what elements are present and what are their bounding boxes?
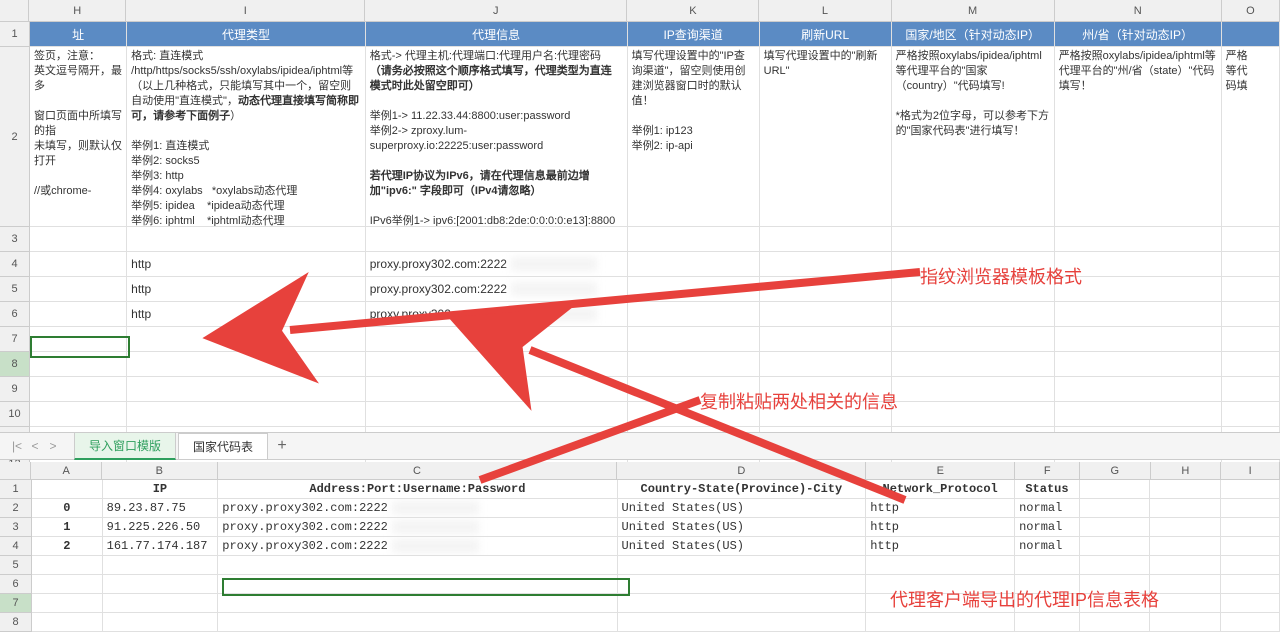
- cell-O2[interactable]: 严格 等代 码填: [1222, 47, 1280, 226]
- colhead-C[interactable]: C: [218, 462, 618, 479]
- rowhead-1[interactable]: 1: [0, 480, 32, 499]
- rowhead-3[interactable]: 3: [0, 518, 32, 537]
- colhead-G[interactable]: G: [1080, 462, 1151, 479]
- lower-col-header: A B C D E F G H I: [0, 462, 1280, 480]
- colhead-J[interactable]: J: [365, 0, 627, 21]
- rowhead-7[interactable]: 7: [0, 594, 32, 613]
- rowhead-2[interactable]: 2: [0, 47, 30, 227]
- cell-J4[interactable]: proxy.proxy302.com:2222x: [366, 252, 628, 276]
- tab-country-codes[interactable]: 国家代码表: [178, 433, 268, 460]
- rowhead-2[interactable]: 2: [0, 499, 32, 518]
- colhead-F[interactable]: F: [1015, 462, 1080, 479]
- rowhead-6[interactable]: 6: [0, 302, 30, 327]
- rowhead-3[interactable]: 3: [0, 227, 30, 252]
- rowhead-4[interactable]: 4: [0, 252, 30, 277]
- data-row-4: httpproxy.proxy302.com:2222x: [30, 252, 1280, 277]
- colhead-I[interactable]: I: [1221, 462, 1280, 479]
- rowhead-7[interactable]: 7: [0, 327, 30, 352]
- cell-I6[interactable]: http: [127, 302, 366, 326]
- hdr-N[interactable]: 州/省（针对动态IP）: [1055, 22, 1222, 46]
- rowhead-8[interactable]: 8: [0, 352, 30, 377]
- rowhead-4[interactable]: 4: [0, 537, 32, 556]
- rowhead-9[interactable]: 9: [0, 377, 30, 402]
- cell-J6[interactable]: proxy.proxy302.com:2222x: [366, 302, 628, 326]
- instruction-row: 签页，注意： 英文逗号隔开，最多 窗口页面中所填写的指 未填写，则默认仅打开 /…: [30, 47, 1280, 227]
- upper-spreadsheet: H I J K L M N O 1 2 3 4 5 6 7 8 9 10 11 …: [0, 0, 1280, 430]
- upper-col-header: H I J K L M N O: [0, 0, 1280, 22]
- tab-nav-prev-icon[interactable]: <: [26, 437, 44, 455]
- colhead-E[interactable]: E: [866, 462, 1015, 479]
- hdr-L[interactable]: 刷新URL: [760, 22, 892, 46]
- lhdr-IP[interactable]: IP: [103, 480, 219, 498]
- data-row-5: httpproxy.proxy302.com:2222x: [30, 277, 1280, 302]
- table-row: 2 161.77.174.187 proxy.proxy302.com:2222…: [32, 537, 1280, 556]
- annotation-proxy-export: 代理客户端导出的代理IP信息表格: [890, 586, 1159, 612]
- lhdr-Status[interactable]: Status: [1015, 480, 1080, 498]
- sheet-tabs: |< < > 导入窗口模版 国家代码表 +: [0, 432, 1280, 460]
- annotation-copy-paste: 复制粘贴两处相关的信息: [700, 388, 898, 414]
- cell-K2[interactable]: 填写代理设置中的"IP查询渠道"，留空则使用创建浏览器窗口时的默认值！ 举例1:…: [628, 47, 760, 226]
- colhead-D[interactable]: D: [617, 462, 866, 479]
- colhead-H[interactable]: H: [1151, 462, 1222, 479]
- colhead-M[interactable]: M: [892, 0, 1055, 21]
- cell-M2[interactable]: 严格按照oxylabs/ipidea/iphtml等代理平台的"国家（count…: [892, 47, 1055, 226]
- cell-J2[interactable]: 格式-> 代理主机:代理端口:代理用户名:代理密码（请务必按照这个顺序格式填写，…: [366, 47, 628, 226]
- corner[interactable]: [0, 462, 31, 479]
- hdr-M[interactable]: 国家/地区（针对动态IP）: [892, 22, 1055, 46]
- header-row: 址 代理类型 代理信息 IP查询渠道 刷新URL 国家/地区（针对动态IP） 州…: [30, 22, 1280, 47]
- add-tab-button[interactable]: +: [270, 437, 294, 455]
- hdr-K[interactable]: IP查询渠道: [628, 22, 760, 46]
- colhead-B[interactable]: B: [102, 462, 218, 479]
- rowhead-10[interactable]: 10: [0, 402, 30, 427]
- lhdr-Protocol[interactable]: Network_Protocol: [866, 480, 1015, 498]
- cell-I2[interactable]: 格式: 直连模式/http/https/socks5/ssh/oxylabs/i…: [127, 47, 366, 226]
- cell-L2[interactable]: 填写代理设置中的"刷新URL": [760, 47, 892, 226]
- table-row: 0 89.23.87.75 proxy.proxy302.com:2222x U…: [32, 499, 1280, 518]
- rowhead-6[interactable]: 6: [0, 575, 32, 594]
- hdr-J[interactable]: 代理信息: [366, 22, 628, 46]
- annotation-template-format: 指纹浏览器模板格式: [920, 263, 1082, 289]
- colhead-H[interactable]: H: [29, 0, 126, 21]
- colhead-K[interactable]: K: [627, 0, 759, 21]
- table-row: 1 91.225.226.50 proxy.proxy302.com:2222x…: [32, 518, 1280, 537]
- colhead-I[interactable]: I: [126, 0, 365, 21]
- tab-nav-first-icon[interactable]: |<: [8, 437, 26, 455]
- rowhead-1[interactable]: 1: [0, 22, 30, 47]
- lhdr-Address[interactable]: Address:Port:Username:Password: [218, 480, 617, 498]
- tab-import-template[interactable]: 导入窗口模版: [74, 432, 176, 460]
- lhdr-Country[interactable]: Country-State(Province)-City: [618, 480, 867, 498]
- cell-I5[interactable]: http: [127, 277, 366, 301]
- rowhead-5[interactable]: 5: [0, 556, 32, 575]
- rowhead-5[interactable]: 5: [0, 277, 30, 302]
- data-row-6: httpproxy.proxy302.com:2222x: [30, 302, 1280, 327]
- cell-H2[interactable]: 签页，注意： 英文逗号隔开，最多 窗口页面中所填写的指 未填写，则默认仅打开 /…: [30, 47, 127, 226]
- upper-row-header: 1 2 3 4 5 6 7 8 9 10 11 12: [0, 22, 30, 477]
- upper-grid: 址 代理类型 代理信息 IP查询渠道 刷新URL 国家/地区（针对动态IP） 州…: [30, 22, 1280, 477]
- cell-I4[interactable]: http: [127, 252, 366, 276]
- colhead-O[interactable]: O: [1222, 0, 1280, 21]
- cell-J5[interactable]: proxy.proxy302.com:2222x: [366, 277, 628, 301]
- hdr-O[interactable]: [1222, 22, 1280, 46]
- colhead-N[interactable]: N: [1055, 0, 1222, 21]
- colhead-A[interactable]: A: [31, 462, 102, 479]
- cell-N2[interactable]: 严格按照oxylabs/ipidea/iphtml等代理平台的"州/省（stat…: [1055, 47, 1222, 226]
- colhead-L[interactable]: L: [759, 0, 891, 21]
- lower-row-header: 1 2 3 4 5 6 7 8: [0, 480, 32, 632]
- corner[interactable]: [0, 0, 29, 21]
- hdr-H[interactable]: 址: [30, 22, 127, 46]
- tab-nav-next-icon[interactable]: >: [44, 437, 62, 455]
- hdr-I[interactable]: 代理类型: [127, 22, 366, 46]
